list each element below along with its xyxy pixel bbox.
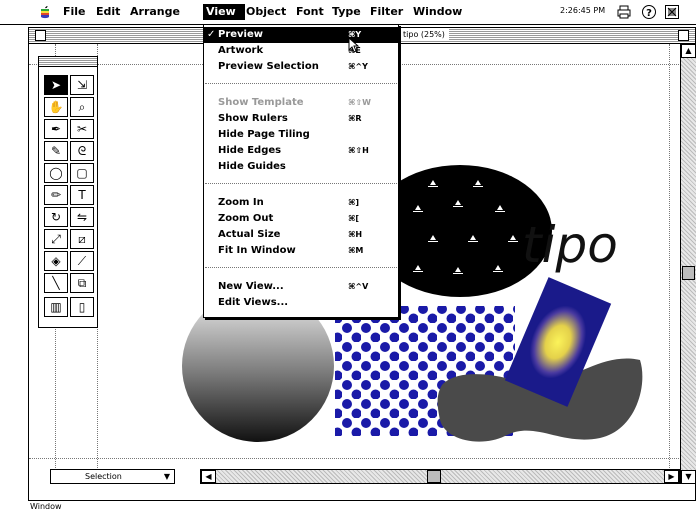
selection-arrow-icon[interactable]: ➤ (44, 75, 68, 95)
scroll-left-arrow[interactable]: ◀ (201, 470, 216, 483)
back-window-title-bar[interactable]: Window (0, 500, 260, 514)
menu-item-hide-edges[interactable]: Hide Edges ⌘⇧H (204, 143, 398, 159)
menu-item-actual-size[interactable]: Actual Size ⌘H (204, 227, 398, 243)
menu-item-zoom-out[interactable]: Zoom Out ⌘[ (204, 211, 398, 227)
checkmark-icon: ✓ (207, 29, 216, 40)
menu-item-zoom-in[interactable]: Zoom In ⌘] (204, 195, 398, 211)
scissors-icon[interactable]: ✂ (70, 119, 94, 139)
oval-icon[interactable]: ◯ (44, 163, 68, 183)
menu-separator (205, 183, 397, 184)
shear-icon[interactable]: ⧄ (70, 229, 94, 249)
scroll-right-arrow[interactable]: ▶ (664, 470, 679, 483)
reflect-icon[interactable]: ⇋ (70, 207, 94, 227)
zoom-level-popup[interactable]: Selection ▼ (50, 469, 175, 484)
menu-item-edit-views[interactable]: Edit Views... (204, 295, 398, 311)
artwork-text: tipo (522, 216, 618, 274)
menu-item-hide-page-tiling[interactable]: Hide Page Tiling (204, 127, 398, 143)
paint-bucket-icon[interactable]: ◈ (44, 251, 68, 271)
back-window-title: Window (30, 502, 62, 511)
menu-item-preview[interactable]: ✓ Preview ⌘Y (204, 27, 398, 43)
toolbox-palette: ➤ ⇲ ✋ ⌕ ✒ ✂ ✎ ᘓ ◯ ▢ ✏ T ↻ ⇋ ⤢ ⧄ ◈ ⟋ ╲ ⧉ … (38, 56, 98, 328)
type-icon[interactable]: T (70, 185, 94, 205)
zoom-popup-label: Selection (85, 472, 122, 481)
brush-icon[interactable]: ᘓ (70, 141, 94, 161)
pencil-icon[interactable]: ✏ (44, 185, 68, 205)
blend-icon[interactable]: ⧉ (70, 273, 94, 293)
menu-separator (205, 267, 397, 268)
hand-icon[interactable]: ✋ (44, 97, 68, 117)
menu-item-show-template: Show Template ⌘⇧W (218, 97, 371, 108)
pen-icon[interactable]: ✒ (44, 119, 68, 139)
eyedropper-icon[interactable]: ⟋ (70, 251, 94, 271)
chevron-down-icon: ▼ (163, 472, 170, 481)
view-menu-dropdown: ✓ Preview ⌘Y Artwork ⌘E Preview Selectio… (203, 24, 399, 318)
zoom-icon[interactable]: ⌕ (70, 97, 94, 117)
rotate-icon[interactable]: ↻ (44, 207, 68, 227)
menu-separator (205, 83, 397, 84)
menu-item-hide-guides[interactable]: Hide Guides (204, 159, 398, 175)
rectangle-icon[interactable]: ▢ (70, 163, 94, 183)
direct-selection-icon[interactable]: ⇲ (70, 75, 94, 95)
page-icon[interactable]: ▯ (70, 297, 94, 317)
graph-icon[interactable]: ▥ (44, 297, 68, 317)
menu-item-fit-in-window[interactable]: Fit In Window ⌘M (204, 243, 398, 259)
menu-item-show-rulers[interactable]: Show Rulers ⌘R (204, 111, 398, 127)
menu-item-preview-selection[interactable]: Preview Selection ⌘^Y (204, 59, 398, 75)
menu-item-new-view[interactable]: New View... ⌘^V (204, 279, 398, 295)
scale-icon[interactable]: ⤢ (44, 229, 68, 249)
mouse-cursor-icon (348, 37, 360, 53)
menu-item-artwork[interactable]: Artwork ⌘E (204, 43, 398, 59)
horizontal-scrollbar[interactable]: ◀ ▶ (200, 469, 680, 484)
horizontal-scroll-thumb[interactable] (427, 470, 441, 483)
measure-icon[interactable]: ╲ (44, 273, 68, 293)
freehand-icon[interactable]: ✎ (44, 141, 68, 161)
toolbox-title-bar[interactable] (39, 57, 97, 67)
